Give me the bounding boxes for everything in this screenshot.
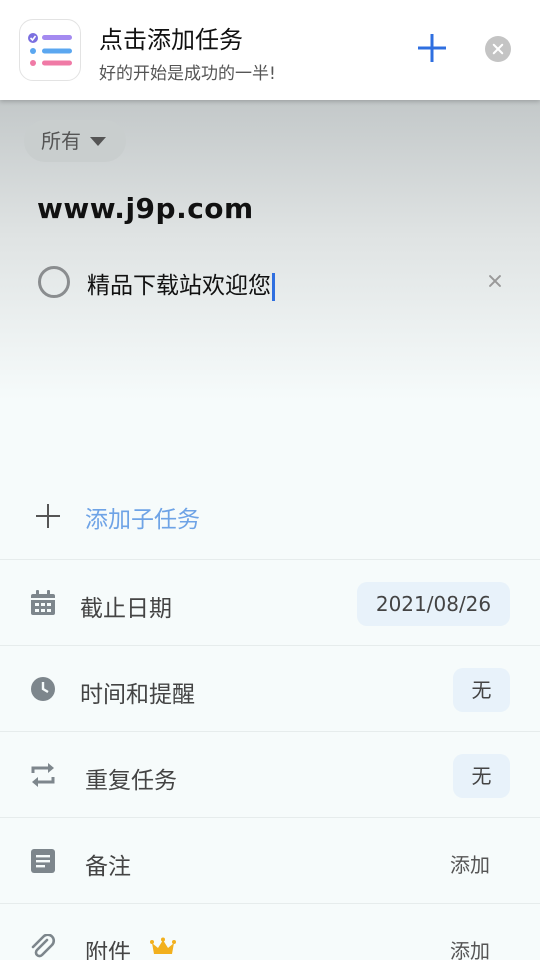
clock-icon — [30, 676, 56, 702]
repeat-label: 重复任务 — [85, 768, 177, 794]
task-title-input[interactable]: 精品下载站欢迎您 — [87, 266, 275, 301]
plus-icon[interactable] — [412, 28, 452, 68]
due-date-row[interactable]: 截止日期 2021/08/26 — [0, 559, 540, 645]
filter-label: 所有 — [41, 129, 81, 153]
add-subtask-button[interactable]: 添加子任务 — [0, 486, 540, 546]
repeat-value[interactable]: 无 — [453, 754, 510, 798]
repeat-icon — [30, 762, 56, 788]
filter-dropdown[interactable]: 所有 — [24, 120, 126, 162]
notification-banner[interactable]: 点击添加任务 好的开始是成功的一半! — [0, 0, 540, 100]
reminder-row[interactable]: 时间和提醒 无 — [0, 645, 540, 731]
reminder-value[interactable]: 无 — [453, 668, 510, 712]
attachment-row[interactable]: 附件 添加 — [0, 903, 540, 960]
calendar-icon — [30, 590, 56, 616]
reminder-label: 时间和提醒 — [80, 682, 195, 708]
plus-icon — [36, 504, 60, 528]
notes-add-button[interactable]: 添加 — [450, 849, 490, 878]
task-list-icon — [19, 19, 81, 81]
text-cursor — [272, 272, 275, 301]
due-date-value[interactable]: 2021/08/26 — [357, 582, 510, 626]
crown-icon — [150, 937, 176, 957]
repeat-row[interactable]: 重复任务 无 — [0, 731, 540, 817]
notes-row[interactable]: 备注 添加 — [0, 817, 540, 903]
attachment-label: 附件 — [85, 940, 131, 960]
paperclip-icon — [30, 933, 56, 960]
note-icon — [30, 848, 56, 874]
banner-title: 点击添加任务 — [99, 26, 243, 54]
add-subtask-label: 添加子任务 — [85, 507, 200, 533]
clear-icon[interactable] — [484, 270, 506, 292]
attachment-add-button[interactable]: 添加 — [450, 935, 490, 960]
close-circle-icon[interactable] — [485, 36, 511, 62]
notes-label: 备注 — [85, 854, 131, 880]
banner-subtitle: 好的开始是成功的一半! — [99, 64, 276, 84]
due-date-label: 截止日期 — [80, 596, 172, 622]
task-title-text: 精品下载站欢迎您 — [87, 273, 271, 299]
task-checkbox[interactable] — [38, 266, 70, 298]
caret-down-icon — [90, 137, 106, 146]
list-name: www.j9p.com — [37, 192, 254, 225]
